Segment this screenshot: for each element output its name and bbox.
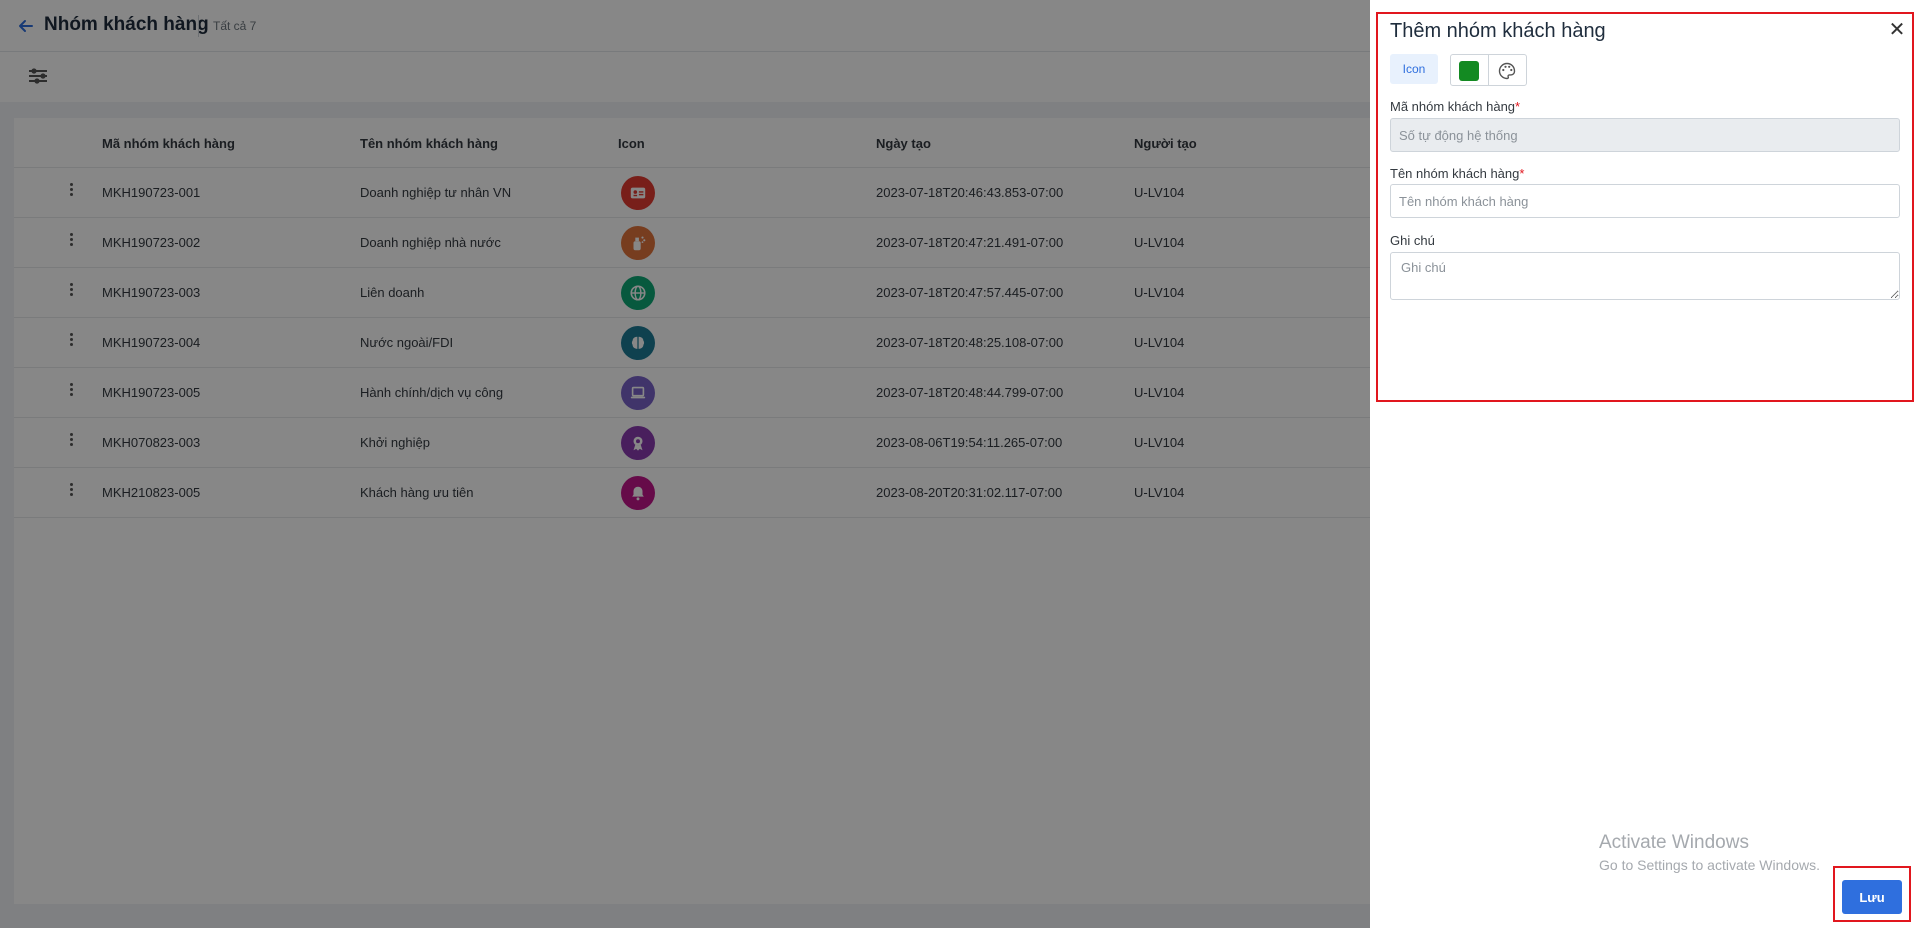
- name-field-label: Tên nhóm khách hàng*: [1390, 166, 1525, 181]
- save-button[interactable]: Lưu: [1842, 880, 1902, 914]
- add-customer-group-panel: Thêm nhóm khách hàng ✕ Icon Mã nhóm khác…: [1370, 0, 1919, 928]
- modal-backdrop[interactable]: [0, 0, 1370, 928]
- note-field-label: Ghi chú: [1390, 233, 1435, 248]
- code-field: [1390, 118, 1900, 152]
- panel-title: Thêm nhóm khách hàng: [1390, 20, 1606, 42]
- windows-watermark-title: Activate Windows: [1599, 832, 1749, 853]
- swatch-divider: [1488, 55, 1489, 85]
- note-field[interactable]: [1390, 252, 1900, 300]
- windows-watermark-subtitle: Go to Settings to activate Windows.: [1599, 857, 1820, 873]
- palette-icon[interactable]: [1497, 61, 1517, 81]
- close-icon[interactable]: ✕: [1886, 19, 1908, 41]
- icon-picker-button[interactable]: Icon: [1390, 54, 1438, 84]
- selected-color-swatch[interactable]: [1459, 61, 1479, 81]
- code-field-label: Mã nhóm khách hàng*: [1390, 99, 1521, 114]
- color-picker: [1450, 54, 1527, 86]
- name-field[interactable]: [1390, 184, 1900, 218]
